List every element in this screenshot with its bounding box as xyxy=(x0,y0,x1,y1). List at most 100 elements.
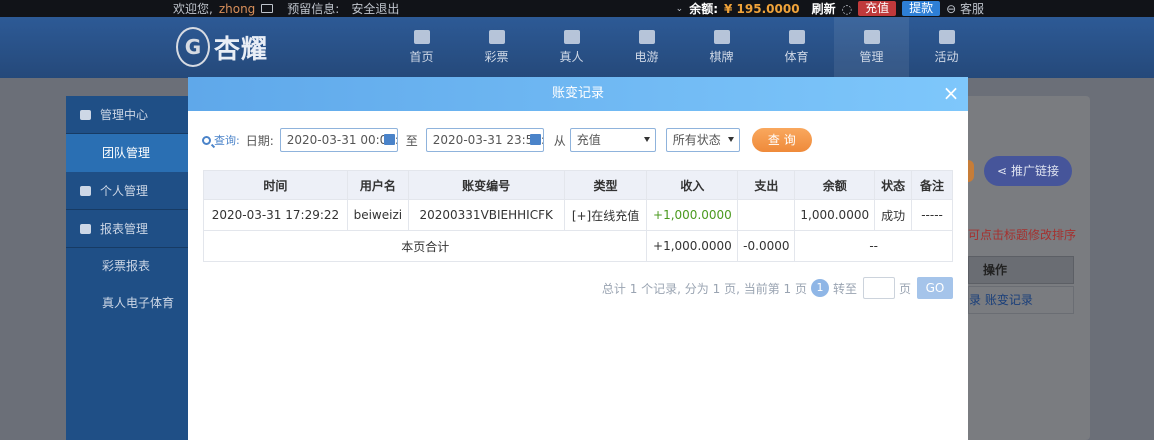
goto-label: 转至 xyxy=(832,281,857,296)
top-bar: 欢迎您, zhong 预留信息: 安全退出 ⌄ 余额: ¥ 195.0000 刷… xyxy=(0,0,1154,17)
nav-item-manage[interactable]: 管理 xyxy=(834,17,909,78)
users-icon xyxy=(863,30,880,44)
query-label-text: 查询: xyxy=(214,134,240,147)
site-logo[interactable]: G 杏耀 xyxy=(176,22,286,72)
chevron-down-icon xyxy=(727,137,734,142)
column-header: 支出 xyxy=(737,170,796,200)
type-select[interactable]: 充值 xyxy=(569,128,656,152)
nav-label: 活动 xyxy=(934,50,959,64)
headset-icon: ⊖ xyxy=(946,2,957,16)
welcome-text: 欢迎您, xyxy=(173,2,213,16)
column-header: 状态 xyxy=(874,170,913,200)
from-label: 从 xyxy=(553,133,566,148)
cards-icon xyxy=(713,30,730,44)
date-label: 日期: xyxy=(245,133,274,148)
cell-expense xyxy=(737,199,796,231)
nav-item-live[interactable]: 真人 xyxy=(534,17,609,78)
background-right: ⋖ 推广链接 可点击标题修改排序 操作 录 账变记录 xyxy=(968,96,1090,440)
sidebar-item-live-report[interactable]: 真人电子体育 xyxy=(66,285,190,322)
modal-header: 账变记录 × xyxy=(188,77,968,111)
column-header: 时间 xyxy=(203,170,348,200)
start-date-value: 2020-03-31 00:00:00 xyxy=(286,133,397,147)
nav-item-lottery[interactable]: 彩票 xyxy=(459,17,534,78)
operation-header: 操作 xyxy=(968,256,1074,284)
sidebar-item-team[interactable]: 团队管理 xyxy=(66,134,190,172)
username[interactable]: zhong xyxy=(219,2,255,16)
summary-label: 本页合计 xyxy=(202,230,648,262)
nav-item-home[interactable]: 首页 xyxy=(384,17,459,78)
nav-label: 管理 xyxy=(859,50,884,64)
deposit-button[interactable]: 充值 xyxy=(858,1,897,16)
cell-username: beiweizi xyxy=(346,199,409,231)
type-select-value: 充值 xyxy=(576,133,601,147)
nav-item-cards[interactable]: 棋牌 xyxy=(684,17,759,78)
end-date-input[interactable]: 2020-03-31 23:59:59 xyxy=(425,128,544,152)
chevron-down-icon xyxy=(643,137,650,142)
nav-label: 彩票 xyxy=(484,50,509,64)
sidebar-group-personal[interactable]: 个人管理 xyxy=(66,172,190,210)
summary-row: 本页合计 +1,000.0000 -0.0000 -- xyxy=(202,230,953,262)
search-icon xyxy=(202,135,211,145)
lottery-icon xyxy=(488,30,505,44)
trophy-icon xyxy=(788,30,805,44)
logout-link[interactable]: 安全退出 xyxy=(351,0,399,17)
status-select[interactable]: 所有状态 xyxy=(665,128,740,152)
pagination: 总计 1 个记录, 分为 1 页, 当前第 1 页 1 转至 页 GO xyxy=(602,277,953,299)
live-icon xyxy=(563,30,580,44)
top-bar-right: ⌄ 余额: ¥ 195.0000 刷新 ◌ 充值 提款 ⊖ 客服 xyxy=(676,0,984,17)
nav-item-events[interactable]: 活动 xyxy=(909,17,984,78)
calendar-icon[interactable] xyxy=(383,134,395,145)
column-header: 收入 xyxy=(646,170,739,200)
nav-label: 真人 xyxy=(559,50,584,64)
promo-link-button[interactable]: ⋖ 推广链接 xyxy=(984,156,1072,186)
chevron-down-icon[interactable]: ⌄ xyxy=(676,4,684,14)
nav-label: 电游 xyxy=(634,50,659,64)
main-nav: 首页 彩票 真人 电游 棋牌 体育 管理 活动 xyxy=(384,17,984,78)
service-label: 客服 xyxy=(959,2,984,16)
nav-item-slots[interactable]: 电游 xyxy=(609,17,684,78)
balance-label: 余额: xyxy=(689,2,719,16)
sidebar-group-center[interactable]: 管理中心 xyxy=(66,96,190,134)
column-header: 类型 xyxy=(563,170,648,200)
page-number-current[interactable]: 1 xyxy=(810,279,829,297)
nav-label: 体育 xyxy=(784,50,809,64)
cell-remark: ----- xyxy=(911,199,953,231)
sidebar-item-lottery-report[interactable]: 彩票报表 xyxy=(66,248,190,285)
nav-item-sports[interactable]: 体育 xyxy=(759,17,834,78)
close-icon[interactable]: × xyxy=(942,77,960,111)
promo-label: 推广链接 xyxy=(1010,164,1059,178)
operation-links[interactable]: 录 账变记录 xyxy=(968,286,1074,314)
sidebar: 管理中心 团队管理 个人管理 报表管理 彩票报表 真人电子体育 xyxy=(66,96,190,440)
cell-status: 成功 xyxy=(874,199,913,231)
mail-icon[interactable] xyxy=(261,4,274,13)
cell-type: [+]在线充值 xyxy=(563,199,648,231)
cell-balance: 1,000.0000 xyxy=(794,199,876,231)
page-unit-label: 页 xyxy=(898,281,911,296)
withdraw-button[interactable]: 提款 xyxy=(902,1,941,16)
query-button[interactable]: 查 询 xyxy=(751,128,812,152)
eye-icon[interactable]: ◌ xyxy=(842,2,852,16)
go-button[interactable]: GO xyxy=(917,277,953,299)
filter-bar: 查询: 日期: 2020-03-31 00:00:00 至 2020-03-31… xyxy=(202,128,812,152)
record-table: 时间 用户名 账变编号 类型 收入 支出 余额 状态 备注 2020-03-31… xyxy=(202,170,953,262)
account-record-modal: 账变记录 × 查询: 日期: 2020-03-31 00:00:00 至 202… xyxy=(188,77,968,440)
nav-label: 棋牌 xyxy=(709,50,734,64)
slots-icon xyxy=(638,30,655,44)
sidebar-group-reports[interactable]: 报表管理 xyxy=(66,210,190,248)
cell-income: +1,000.0000 xyxy=(646,199,739,231)
modal-title: 账变记录 xyxy=(551,86,604,101)
to-label: 至 xyxy=(405,133,418,148)
refresh-link[interactable]: 刷新 xyxy=(812,0,836,17)
start-date-input[interactable]: 2020-03-31 00:00:00 xyxy=(279,128,398,152)
table-header-row: 时间 用户名 账变编号 类型 收入 支出 余额 状态 备注 xyxy=(203,170,953,200)
service-link[interactable]: ⊖ 客服 xyxy=(946,0,984,17)
logo-text: 杏耀 xyxy=(214,34,269,65)
gift-icon xyxy=(938,30,955,44)
page-jump-input[interactable] xyxy=(862,277,895,299)
calendar-icon[interactable] xyxy=(529,134,541,145)
column-header: 余额 xyxy=(794,170,876,200)
query-label: 查询: xyxy=(202,132,240,148)
balance-value: ¥ 195.0000 xyxy=(724,1,800,16)
column-header: 账变编号 xyxy=(407,170,565,200)
orange-button-edge[interactable] xyxy=(968,160,974,182)
